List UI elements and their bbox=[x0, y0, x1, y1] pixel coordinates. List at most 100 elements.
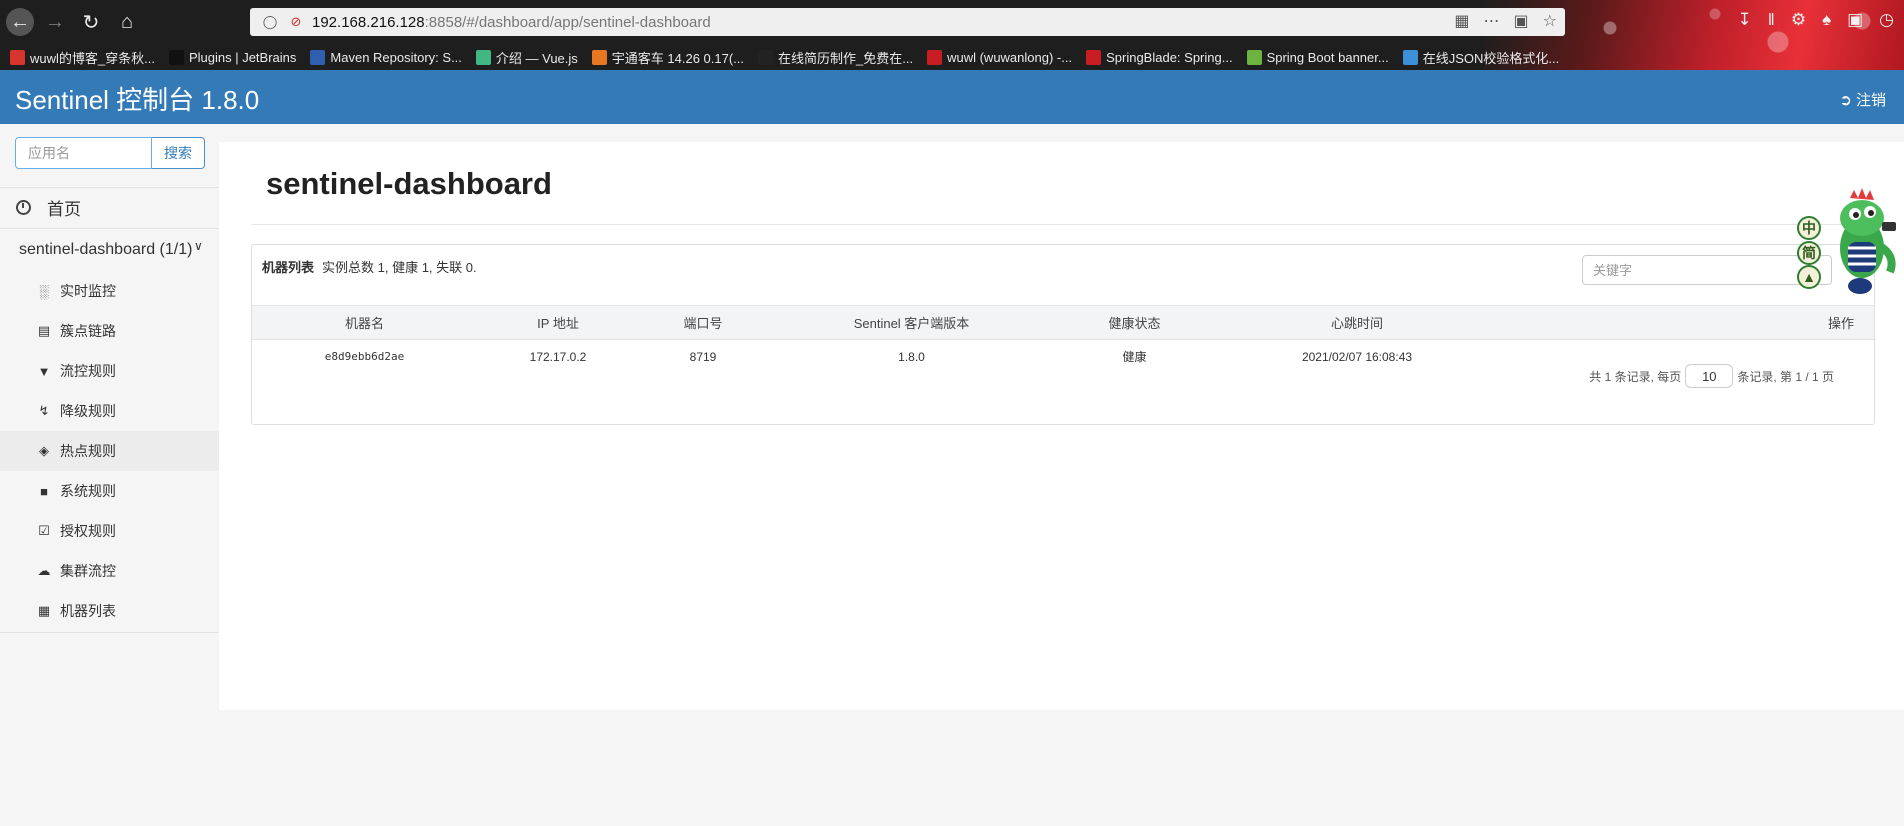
shield-icon[interactable]: ◯ bbox=[260, 12, 280, 32]
home-icon[interactable]: ⌂ bbox=[112, 7, 142, 37]
pager-suffix: 条记录, 第 1 / 1 页 bbox=[1737, 369, 1834, 384]
url-path: :8858/#/dashboard/app/sentinel-dashboard bbox=[424, 13, 711, 31]
list-icon: ▤ bbox=[37, 323, 51, 338]
reload-icon[interactable]: ↻ bbox=[76, 7, 106, 37]
bookmark-item[interactable]: 宇通客车 14.26 0.17(... bbox=[591, 48, 744, 67]
machine-name-cell: e8d9ebb6d2ae bbox=[324, 350, 405, 364]
sidebar-item-realtime-monitor[interactable]: ░ 实时监控 bbox=[0, 271, 219, 311]
search-button[interactable]: 搜索 bbox=[152, 137, 205, 169]
insecure-lock-icon[interactable]: ⊘ bbox=[286, 12, 306, 32]
sidebar-item-machine-list[interactable]: ▦ 机器列表 bbox=[0, 591, 219, 631]
download-icon[interactable]: ↧ bbox=[1738, 10, 1752, 30]
home-label: 首页 bbox=[47, 200, 81, 219]
bookmark-item[interactable]: Spring Boot banner... bbox=[1246, 49, 1389, 65]
clock-icon bbox=[16, 200, 31, 215]
bookmarks-bar: wuwl的博客_穿条秋... Plugins | JetBrains Maven… bbox=[0, 44, 1904, 70]
back-arrow-icon[interactable]: ← bbox=[6, 8, 34, 36]
sidebar-item-flow-rules[interactable]: ▼ 流控规则 bbox=[0, 351, 219, 391]
port-cell: 8719 bbox=[689, 349, 717, 364]
cloud-icon: ☁ bbox=[37, 563, 51, 578]
forward-arrow-icon[interactable]: → bbox=[40, 7, 70, 37]
app-search-input[interactable] bbox=[15, 137, 152, 169]
translate-icon[interactable]: ▣ bbox=[1514, 11, 1529, 31]
mascot-shirt-icon[interactable]: ▲ bbox=[1797, 265, 1821, 289]
app-menu: ░ 实时监控 ▤ 簇点链路 ▼ 流控规则 ↯ 降级规则 ◈ 热点规则 ■ 系统规则 ☑ 授权规… bbox=[0, 271, 219, 631]
url-host: 192.168.216.128 bbox=[312, 13, 425, 31]
bookmark-item[interactable]: Plugins | JetBrains bbox=[168, 49, 296, 65]
heartbeat-cell: 2021/02/07 16:08:43 bbox=[1301, 349, 1413, 364]
health-cell: 健康 bbox=[1122, 350, 1147, 365]
address-bar[interactable]: ◯ ⊘ 192.168.216.128:8858/#/dashboard/app… bbox=[250, 8, 1565, 36]
bookmark-item[interactable]: SpringBlade: Spring... bbox=[1086, 49, 1233, 65]
sidebar-divider bbox=[0, 632, 219, 633]
bookmark-favicon-icon bbox=[1246, 49, 1262, 65]
brand-title[interactable]: Sentinel 控制台 1.8.0 bbox=[15, 80, 259, 117]
bookmark-favicon-icon bbox=[927, 49, 943, 65]
sidebar-app-sentinel-dashboard[interactable]: sentinel-dashboard (1/1) ∨ bbox=[0, 228, 219, 271]
logout-label: 注销 bbox=[1855, 92, 1886, 109]
column-header: 健康状态 bbox=[1056, 305, 1213, 340]
more-actions-icon[interactable]: ⋯ bbox=[1484, 11, 1500, 31]
bookmark-item[interactable]: 在线简历制作_免费在... bbox=[758, 48, 913, 67]
panel-title: 机器列表 bbox=[262, 260, 315, 275]
bookmark-item[interactable]: wuwl的博客_穿条秋... bbox=[10, 48, 155, 67]
bookmark-star-icon[interactable]: ☆ bbox=[1543, 11, 1557, 31]
library-icon[interactable]: ‖ bbox=[1768, 10, 1775, 30]
sidebar-item-hotspot-rules[interactable]: ◈ 热点规则 bbox=[0, 431, 219, 471]
bookmark-favicon-icon bbox=[10, 49, 25, 65]
check-icon: ☑ bbox=[38, 523, 50, 538]
column-header: IP 地址 bbox=[477, 305, 639, 340]
instance-summary: 实例总数 1, 健康 1, 失联 0. bbox=[322, 260, 477, 275]
grid-icon: ▦ bbox=[37, 603, 51, 618]
extension-icon[interactable]: ♠ bbox=[1822, 10, 1831, 30]
sidebar-item-resource-chain[interactable]: ▤ 簇点链路 bbox=[0, 311, 219, 351]
extension-icon[interactable]: ▣ bbox=[1847, 10, 1863, 30]
page-size-input[interactable] bbox=[1685, 364, 1734, 388]
main-content: sentinel-dashboard 机器列表 实例总数 1, 健康 1, 失联 … bbox=[219, 142, 1904, 710]
filter-icon: ▼ bbox=[37, 363, 51, 379]
column-header: 端口号 bbox=[639, 305, 767, 340]
bookmark-item[interactable]: Maven Repository: S... bbox=[310, 49, 462, 65]
sidebar-item-degrade-rules[interactable]: ↯ 降级规则 bbox=[0, 391, 219, 431]
column-header: 机器名 bbox=[252, 305, 477, 340]
column-header: 操作 bbox=[1501, 305, 1874, 340]
extension-icon[interactable]: ◷ bbox=[1879, 10, 1894, 30]
app-search: 搜索 bbox=[15, 137, 205, 171]
page-title: sentinel-dashboard bbox=[266, 166, 552, 201]
bookmark-item[interactable]: 在线JSON校验格式化... bbox=[1402, 48, 1559, 67]
browser-chrome: ← → ↻ ⌂ ◯ ⊘ 192.168.216.128:8858/#/dashb… bbox=[0, 0, 1904, 70]
toolbar-right: ↧ ‖ ⚙ ♠ ▣ ◷ bbox=[1738, 10, 1894, 30]
app-label: sentinel-dashboard (1/1) bbox=[19, 241, 193, 258]
column-header: Sentinel 客户端版本 bbox=[767, 305, 1056, 340]
pager-prefix: 共 1 条记录, 每页 bbox=[1589, 369, 1682, 384]
machine-list-panel: 机器列表实例总数 1, 健康 1, 失联 0. 机器名 IP 地址 端口号 Se… bbox=[251, 244, 1875, 425]
bookmark-favicon-icon bbox=[591, 49, 607, 65]
bar-chart-icon: ░ bbox=[39, 283, 49, 299]
sign-out-icon: ➲ bbox=[1839, 91, 1852, 109]
lang-simplified-badge[interactable]: 简 bbox=[1797, 241, 1821, 265]
sidebar: 搜索 首页 sentinel-dashboard (1/1) ∨ ░实时监控 ▤… bbox=[0, 124, 219, 826]
chevron-down-icon: ∨ bbox=[194, 239, 203, 253]
logout-button[interactable]: ➲ 注销 bbox=[1839, 89, 1886, 110]
sidebar-item-home[interactable]: 首页 bbox=[0, 187, 219, 227]
lock-icon: ■ bbox=[40, 483, 48, 499]
column-header: 心跳时间 bbox=[1213, 305, 1501, 340]
extension-icon[interactable]: ⚙ bbox=[1791, 10, 1806, 30]
sidebar-item-cluster-flow[interactable]: ☁ 集群流控 bbox=[0, 551, 219, 591]
bookmark-item[interactable]: 介绍 — Vue.js bbox=[475, 48, 578, 67]
sidebar-item-system-rules[interactable]: ■ 系统规则 bbox=[0, 471, 219, 511]
version-cell: 1.8.0 bbox=[898, 349, 925, 364]
flash-icon: ↯ bbox=[38, 403, 50, 418]
table-header-row: 机器名 IP 地址 端口号 Sentinel 客户端版本 健康状态 心跳时间 操… bbox=[252, 305, 1874, 340]
bookmark-favicon-icon bbox=[310, 49, 326, 65]
bookmark-item[interactable]: wuwl (wuwanlong) -... bbox=[927, 49, 1072, 65]
ip-cell: 172.17.0.2 bbox=[529, 349, 587, 364]
bookmark-favicon-icon bbox=[1086, 49, 1102, 65]
pagination: 共 1 条记录, 每页 条记录, 第 1 / 1 页 bbox=[1589, 364, 1834, 388]
lang-zh-badge[interactable]: 中 bbox=[1797, 216, 1821, 240]
urlbar-actions: ▦ ⋯ ▣ ☆ bbox=[1454, 11, 1557, 31]
bookmark-favicon-icon bbox=[758, 49, 774, 65]
bookmark-favicon-icon bbox=[1402, 49, 1418, 65]
sidebar-item-authority-rules[interactable]: ☑ 授权规则 bbox=[0, 511, 219, 551]
qr-code-icon[interactable]: ▦ bbox=[1454, 11, 1469, 31]
